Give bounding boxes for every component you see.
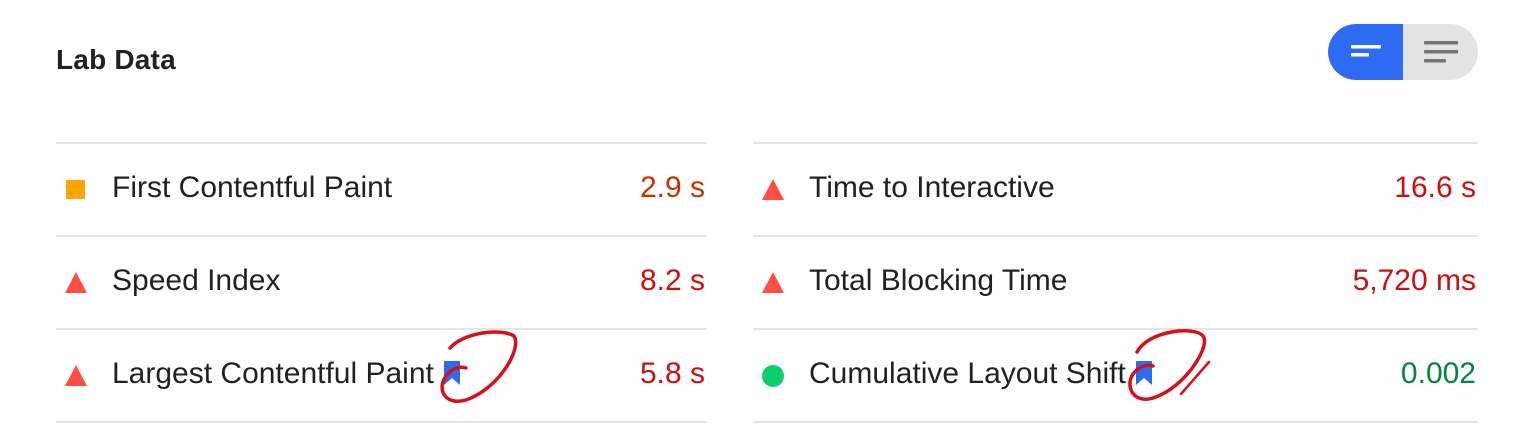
red-triangle-icon — [65, 272, 87, 293]
bookmark-icon[interactable] — [1134, 360, 1154, 386]
metric-label-with-bookmark: Cumulative Layout Shift — [809, 356, 1154, 392]
metric-row: Cumulative Layout Shift 0.002 — [753, 328, 1478, 423]
red-triangle-icon — [762, 272, 784, 293]
metrics-column-right: Time to Interactive 16.6 s Total Blockin… — [753, 142, 1478, 423]
metric-label: Time to Interactive — [809, 171, 1055, 204]
metric-label: Cumulative Layout Shift — [809, 357, 1126, 390]
metric-row: Total Blocking Time 5,720 ms — [753, 235, 1478, 328]
metric-row: Largest Contentful Paint 5.8 s — [56, 328, 707, 423]
metric-value: 2.9 s — [639, 171, 705, 204]
metrics-column-left: First Contentful Paint 2.9 s Speed Index… — [56, 142, 707, 423]
summary-view-icon — [1350, 45, 1381, 57]
section-title: Lab Data — [56, 44, 176, 75]
metric-row: Time to Interactive 16.6 s — [753, 142, 1478, 235]
metric-row: Speed Index 8.2 s — [56, 235, 707, 328]
detail-view-button[interactable] — [1403, 24, 1478, 80]
metric-label: Largest Contentful Paint — [112, 357, 434, 390]
green-circle-icon — [762, 365, 784, 387]
metric-value: 5.8 s — [639, 357, 705, 390]
view-toggle[interactable] — [1328, 24, 1478, 80]
summary-view-button[interactable] — [1328, 24, 1403, 80]
metric-value: 8.2 s — [639, 264, 705, 297]
bookmark-icon[interactable] — [442, 360, 462, 386]
detail-view-icon — [1423, 41, 1458, 63]
metric-label: First Contentful Paint — [112, 171, 393, 204]
red-triangle-icon — [762, 179, 784, 200]
red-triangle-icon — [65, 365, 87, 386]
metric-value: 16.6 s — [1394, 171, 1476, 204]
metric-label: Total Blocking Time — [809, 264, 1068, 297]
metric-label-with-bookmark: Largest Contentful Paint — [112, 356, 462, 392]
orange-square-icon — [66, 180, 85, 199]
metric-value: 0.002 — [1400, 357, 1476, 390]
metric-label: Speed Index — [112, 264, 281, 297]
metric-row: First Contentful Paint 2.9 s — [56, 142, 707, 235]
metric-value: 5,720 ms — [1352, 264, 1476, 297]
lab-data-panel: Lab Data First Contentful Paint 2.9 s Sp… — [0, 0, 1536, 448]
